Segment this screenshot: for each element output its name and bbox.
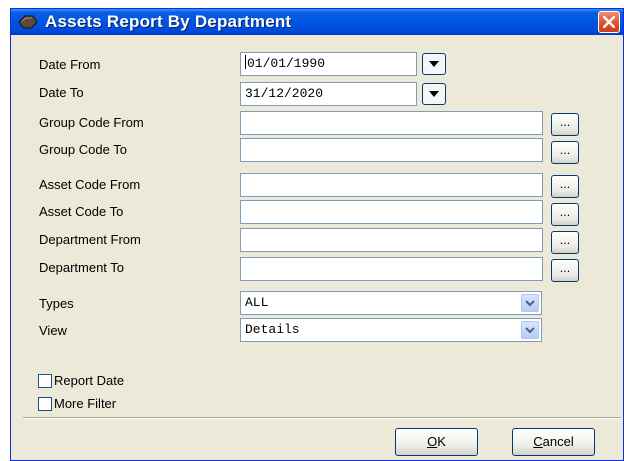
chevron-down-icon: [525, 300, 535, 307]
group-code-to-label: Group Code To: [39, 142, 127, 157]
date-to-value: 31/12/2020: [245, 86, 324, 101]
types-label: Types: [39, 296, 74, 311]
report-date-checkbox[interactable]: [38, 374, 52, 388]
date-from-label: Date From: [39, 57, 101, 72]
date-from-value: 01/01/1990: [247, 56, 326, 71]
ok-label-rest: K: [437, 434, 446, 449]
date-to-label: Date To: [39, 85, 84, 100]
ok-button[interactable]: OK: [395, 428, 478, 456]
chevron-down-icon: [525, 327, 535, 334]
asset-code-from-label: Asset Code From: [39, 177, 141, 192]
cancel-button[interactable]: Cancel: [512, 428, 595, 456]
view-dropdown-button[interactable]: [521, 321, 539, 339]
view-value: Details: [245, 322, 300, 337]
group-code-from-field[interactable]: [240, 111, 543, 135]
group-code-from-lookup-button[interactable]: ...: [551, 113, 579, 136]
report-date-label: Report Date: [54, 373, 125, 388]
footer-divider: [23, 417, 621, 419]
asset-code-to-lookup-button[interactable]: ...: [551, 203, 579, 226]
view-label: View: [39, 323, 67, 338]
report-dialog: Assets Report By Department Date From 01…: [10, 8, 624, 461]
title-bar[interactable]: Assets Report By Department: [11, 9, 623, 35]
asset-code-from-lookup-button[interactable]: ...: [551, 175, 579, 198]
asset-code-from-field[interactable]: [240, 173, 543, 197]
date-to-field[interactable]: 31/12/2020: [240, 82, 417, 106]
group-code-from-label: Group Code From: [39, 115, 144, 130]
text-caret: [245, 55, 246, 69]
more-filter-checkbox[interactable]: [38, 397, 52, 411]
cancel-mnemonic: C: [533, 434, 543, 449]
group-code-to-lookup-button[interactable]: ...: [551, 141, 579, 164]
view-select[interactable]: Details: [240, 318, 542, 342]
department-from-lookup-button[interactable]: ...: [551, 231, 579, 254]
dropdown-arrow-icon: [429, 91, 439, 97]
app-icon: [18, 15, 38, 29]
department-from-field[interactable]: [240, 228, 543, 252]
asset-code-to-label: Asset Code To: [39, 204, 124, 219]
ok-mnemonic: O: [427, 434, 438, 449]
cancel-label-rest: ancel: [542, 434, 574, 449]
types-select[interactable]: ALL: [240, 291, 542, 315]
close-icon: [603, 16, 615, 28]
department-to-field[interactable]: [240, 257, 543, 281]
asset-code-to-field[interactable]: [240, 200, 543, 224]
date-from-field[interactable]: 01/01/1990: [240, 52, 417, 76]
window-title: Assets Report By Department: [45, 12, 292, 31]
date-from-dropdown-button[interactable]: [422, 53, 446, 75]
department-to-lookup-button[interactable]: ...: [551, 259, 579, 282]
close-button[interactable]: [598, 11, 620, 33]
department-to-label: Department To: [39, 260, 125, 275]
types-dropdown-button[interactable]: [521, 294, 539, 312]
more-filter-label: More Filter: [54, 396, 117, 411]
department-from-label: Department From: [39, 232, 141, 247]
dropdown-arrow-icon: [429, 61, 439, 67]
types-value: ALL: [245, 295, 269, 310]
date-to-dropdown-button[interactable]: [422, 83, 446, 105]
group-code-to-field[interactable]: [240, 138, 543, 162]
